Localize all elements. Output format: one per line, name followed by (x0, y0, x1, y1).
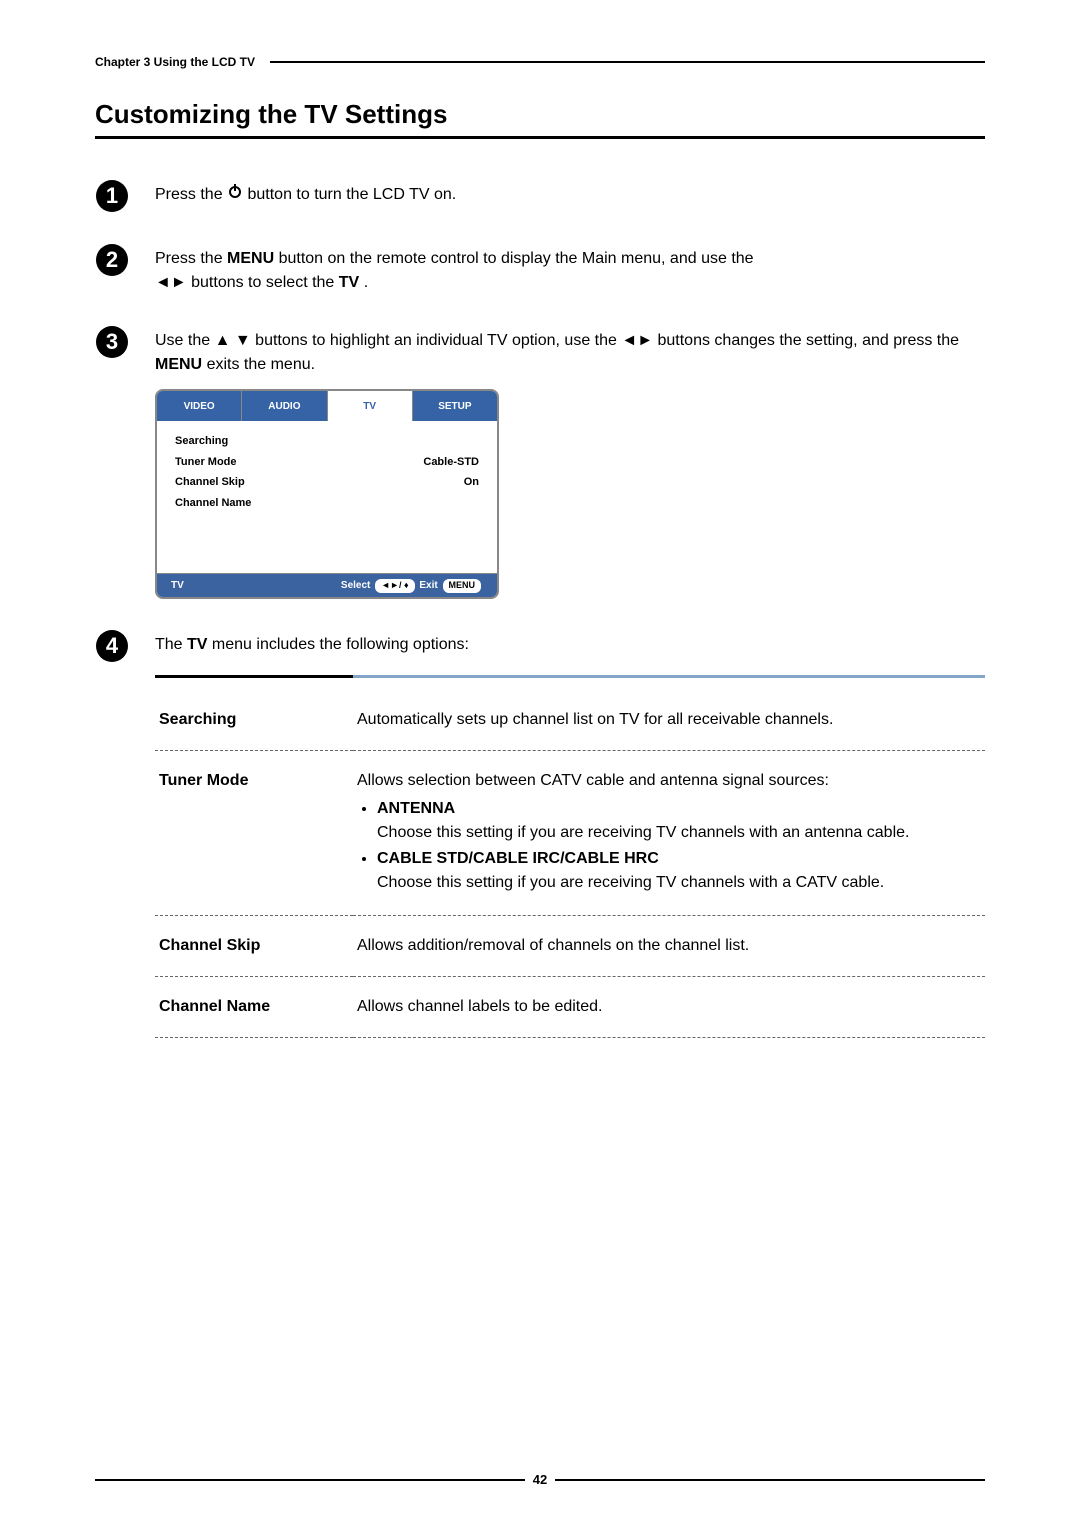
bullet-title: CABLE STD/CABLE IRC/CABLE HRC (377, 850, 659, 867)
step2-tv: TV (339, 274, 359, 291)
step-3: 3 Use the ▲ ▼ buttons to highlight an in… (95, 325, 985, 599)
option-row-skip: Channel Skip Allows addition/removal of … (155, 916, 985, 977)
option-name: Searching (155, 690, 353, 751)
option-name: Tuner Mode (155, 751, 353, 916)
step-4-text: The TV menu includes the following optio… (155, 629, 985, 1038)
step-1-text: Press the button to turn the LCD TV on. (155, 179, 985, 213)
step-2: 2 Press the MENU button on the remote co… (95, 243, 985, 295)
step3-mid1: buttons to highlight an individual TV op… (255, 332, 621, 349)
svg-text:4: 4 (106, 633, 119, 658)
footer-rule-right (555, 1479, 985, 1481)
bullet-desc: Choose this setting if you are receiving… (377, 874, 884, 891)
tab-audio: AUDIO (242, 391, 327, 421)
menu-row-searching: Searching (157, 431, 497, 452)
step3-pre: Use the (155, 332, 215, 349)
step-1: 1 Press the button to turn the LCD TV on… (95, 179, 985, 213)
up-down-arrow-icon: ▲ ▼ (215, 332, 251, 349)
svg-text:2: 2 (106, 247, 118, 272)
step2-end: . (364, 274, 368, 291)
step-2-number-icon: 2 (95, 243, 155, 295)
step-3-text: Use the ▲ ▼ buttons to highlight an indi… (155, 325, 985, 599)
step1-pre: Press the (155, 186, 227, 203)
menu-row-name: Channel Name (157, 493, 497, 514)
s4-tv: TV (187, 636, 207, 653)
step1-post: button to turn the LCD TV on. (247, 186, 456, 203)
footer-right: Select ◄►/ ♦ Exit MENU (341, 578, 483, 593)
menu-row-tuner: Tuner Mode Cable-STD (157, 452, 497, 473)
option-desc: Allows selection between CATV cable and … (353, 751, 985, 916)
tab-setup: SETUP (413, 391, 497, 421)
menu-label: Tuner Mode (175, 454, 237, 471)
tv-menu-screenshot: VIDEO AUDIO TV SETUP Searching Tuner Mod… (155, 389, 499, 599)
header-rule (270, 61, 985, 63)
svg-text:1: 1 (106, 183, 118, 208)
footer-select: Select (341, 580, 370, 591)
chapter-header: Chapter 3 Using the LCD TV (95, 55, 985, 69)
footer-left: TV (171, 578, 184, 593)
svg-text:3: 3 (106, 329, 118, 354)
option-row-tuner: Tuner Mode Allows selection between CATV… (155, 751, 985, 916)
footer-menu-key-icon: MENU (443, 579, 482, 593)
menu-body: Searching Tuner Mode Cable-STD Channel S… (157, 421, 497, 573)
tuner-desc: Allows selection between CATV cable and … (357, 772, 829, 789)
bullet-title: ANTENNA (377, 800, 455, 817)
menu-value: On (464, 474, 479, 491)
tuner-bullet-cable: CABLE STD/CABLE IRC/CABLE HRC Choose thi… (377, 847, 981, 895)
step-2-text: Press the MENU button on the remote cont… (155, 243, 985, 295)
footer-exit: Exit (419, 580, 437, 591)
step2-pre: Press the (155, 250, 227, 267)
page-footer: 42 (95, 1472, 985, 1487)
step3-menu: MENU (155, 356, 202, 373)
option-desc: Allows addition/removal of channels on t… (353, 916, 985, 977)
menu-tabs: VIDEO AUDIO TV SETUP (157, 391, 497, 421)
power-icon (227, 183, 243, 207)
tuner-bullet-antenna: ANTENNA Choose this setting if you are r… (377, 797, 981, 845)
step-3-number-icon: 3 (95, 325, 155, 599)
step3-end: exits the menu. (207, 356, 316, 373)
option-name: Channel Name (155, 977, 353, 1038)
step-4: 4 The TV menu includes the following opt… (95, 629, 985, 1038)
page-number: 42 (525, 1472, 555, 1487)
step2-mid1: button on the remote control to display … (279, 250, 754, 267)
option-row-searching: Searching Automatically sets up channel … (155, 690, 985, 751)
footer-rule-left (95, 1479, 525, 1481)
s4-post: menu includes the following options: (212, 636, 469, 653)
step2-mid2: buttons to select the (191, 274, 339, 291)
option-name: Channel Skip (155, 916, 353, 977)
s4-pre: The (155, 636, 187, 653)
section-title: Customizing the TV Settings (95, 99, 985, 130)
bullet-desc: Choose this setting if you are receiving… (377, 824, 909, 841)
step-1-number-icon: 1 (95, 179, 155, 213)
step3-mid2: buttons changes the setting, and press t… (657, 332, 959, 349)
menu-footer: TV Select ◄►/ ♦ Exit MENU (157, 573, 497, 597)
left-right-arrow-icon: ◄► (621, 332, 653, 349)
tab-tv: TV (328, 391, 413, 421)
tab-video: VIDEO (157, 391, 242, 421)
option-row-name: Channel Name Allows channel labels to be… (155, 977, 985, 1038)
menu-value: Cable-STD (423, 454, 479, 471)
option-desc: Allows channel labels to be edited. (353, 977, 985, 1038)
left-right-arrow-icon: ◄► (155, 274, 187, 291)
menu-label: Channel Skip (175, 474, 245, 491)
section-rule (95, 136, 985, 139)
options-table: Searching Automatically sets up channel … (155, 675, 985, 1038)
menu-label: Channel Name (175, 495, 251, 512)
step2-menu: MENU (227, 250, 274, 267)
menu-row-skip: Channel Skip On (157, 472, 497, 493)
option-desc: Automatically sets up channel list on TV… (353, 690, 985, 751)
step-4-number-icon: 4 (95, 629, 155, 1038)
footer-nav-keys-icon: ◄►/ ♦ (375, 579, 414, 593)
menu-label: Searching (175, 433, 228, 450)
chapter-label: Chapter 3 Using the LCD TV (95, 55, 255, 69)
